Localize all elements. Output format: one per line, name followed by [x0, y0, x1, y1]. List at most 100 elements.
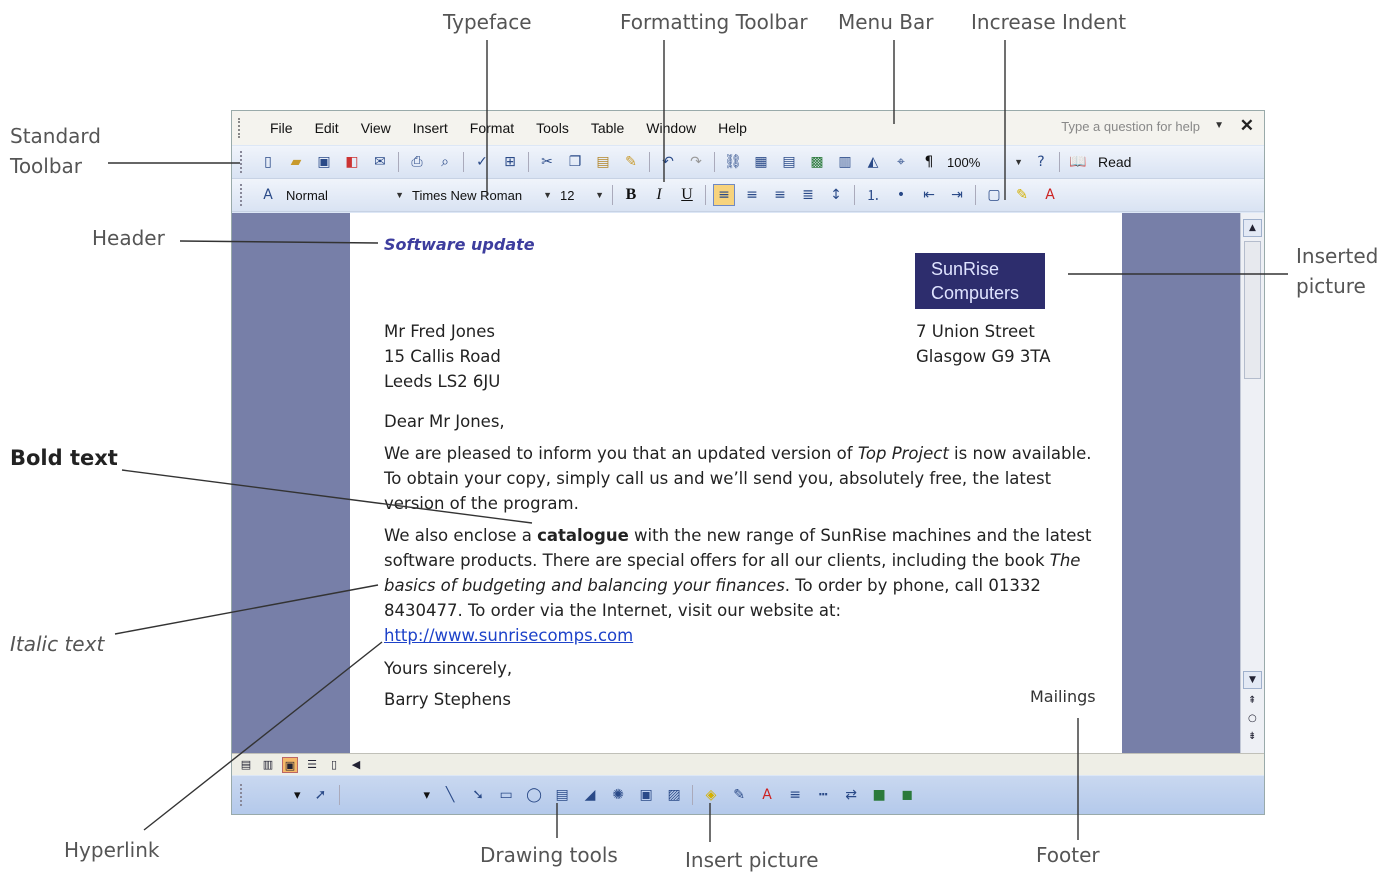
- email-icon[interactable]: ✉: [369, 151, 391, 173]
- styles-formatting-icon[interactable]: A: [257, 184, 279, 206]
- arrow-style-icon[interactable]: ⇄: [840, 784, 862, 806]
- menu-file[interactable]: File: [270, 120, 293, 136]
- font-size-value: 12: [560, 187, 575, 203]
- autoshapes-arrow[interactable]: ▾: [424, 787, 431, 803]
- menu-grip[interactable]: [238, 118, 248, 138]
- web-layout-icon[interactable]: ▥: [260, 757, 276, 773]
- align-center-icon[interactable]: ≡: [741, 184, 763, 206]
- copy-icon[interactable]: ❐: [564, 151, 586, 173]
- page-header[interactable]: Software update: [384, 235, 535, 254]
- close-icon[interactable]: ✕: [1240, 116, 1254, 136]
- select-browse-object-icon[interactable]: ○: [1248, 713, 1257, 724]
- scroll-up-icon[interactable]: ▲: [1243, 219, 1262, 237]
- line-icon[interactable]: ╲: [439, 784, 461, 806]
- align-right-icon[interactable]: ≡: [769, 184, 791, 206]
- help-search-input[interactable]: Type a question for help: [1061, 119, 1200, 134]
- wordart-icon[interactable]: ◢: [579, 784, 601, 806]
- chevron-down-icon[interactable]: ▼: [1214, 120, 1224, 131]
- redo-icon[interactable]: ↷: [685, 151, 707, 173]
- select-objects-icon[interactable]: ➚: [310, 784, 332, 806]
- underline-button[interactable]: U: [676, 184, 698, 206]
- normal-view-icon[interactable]: ▤: [238, 757, 254, 773]
- line-spacing-icon[interactable]: ↕: [825, 184, 847, 206]
- zoom-dropdown[interactable]: 100% ▼: [947, 152, 1023, 172]
- research-icon[interactable]: ⊞: [499, 151, 521, 173]
- read-button[interactable]: Read: [1098, 154, 1131, 170]
- menu-tools[interactable]: Tools: [536, 120, 569, 136]
- vertical-scrollbar[interactable]: ▲ ▼ ⇞ ○ ⇟: [1240, 213, 1264, 753]
- style-dropdown[interactable]: Normal ▼: [286, 185, 404, 205]
- insert-table-icon[interactable]: ▤: [778, 151, 800, 173]
- save-icon[interactable]: ▣: [313, 151, 335, 173]
- page-footer[interactable]: Mailings: [1030, 687, 1096, 706]
- numbering-icon[interactable]: ⒈: [862, 184, 884, 206]
- scroll-down-icon[interactable]: ▼: [1243, 671, 1262, 689]
- previous-page-icon[interactable]: ⇞: [1248, 695, 1256, 706]
- oval-icon[interactable]: ◯: [523, 784, 545, 806]
- drawing-icon[interactable]: ◭: [862, 151, 884, 173]
- open-folder-icon[interactable]: ▰: [285, 151, 307, 173]
- increase-indent-icon[interactable]: ⇥: [946, 184, 968, 206]
- clip-art-icon[interactable]: ▣: [635, 784, 657, 806]
- print-preview-icon[interactable]: ⌕: [434, 151, 456, 173]
- font-dropdown[interactable]: Times New Roman ▼: [412, 185, 552, 205]
- toolbar-grip[interactable]: [240, 784, 248, 806]
- insert-picture-icon[interactable]: ▨: [663, 784, 685, 806]
- scroll-left-icon[interactable]: ◀: [348, 757, 364, 773]
- hyperlink-icon[interactable]: ⛓: [722, 151, 744, 173]
- permission-icon[interactable]: ◧: [341, 151, 363, 173]
- fill-color-icon[interactable]: ◈: [700, 784, 722, 806]
- draw-font-color-icon[interactable]: A: [756, 784, 778, 806]
- toolbar-grip[interactable]: [240, 184, 248, 206]
- toolbar-grip[interactable]: [240, 151, 248, 173]
- tables-borders-icon[interactable]: ▦: [750, 151, 772, 173]
- arrow-icon[interactable]: ➘: [467, 784, 489, 806]
- paste-icon[interactable]: ▤: [592, 151, 614, 173]
- next-page-icon[interactable]: ⇟: [1248, 731, 1256, 742]
- columns-icon[interactable]: ▥: [834, 151, 856, 173]
- print-layout-icon[interactable]: ▣: [282, 756, 298, 773]
- menu-window[interactable]: Window: [646, 120, 696, 136]
- bold-button[interactable]: B: [620, 184, 642, 206]
- bullets-icon[interactable]: •: [890, 184, 912, 206]
- borders-icon[interactable]: ▢: [983, 184, 1005, 206]
- rectangle-icon[interactable]: ▭: [495, 784, 517, 806]
- website-hyperlink[interactable]: http://www.sunrisecomps.com: [384, 626, 633, 645]
- help-icon[interactable]: ?: [1030, 151, 1052, 173]
- menu-edit[interactable]: Edit: [315, 120, 339, 136]
- menu-table[interactable]: Table: [591, 120, 624, 136]
- new-document-icon[interactable]: ▯: [257, 151, 279, 173]
- justify-icon[interactable]: ≣: [797, 184, 819, 206]
- document-map-icon[interactable]: ⌖: [890, 151, 912, 173]
- format-painter-icon[interactable]: ✎: [620, 151, 642, 173]
- insert-excel-icon[interactable]: ▩: [806, 151, 828, 173]
- outline-view-icon[interactable]: ☰: [304, 757, 320, 773]
- align-left-icon[interactable]: ≡: [713, 184, 735, 206]
- menu-format[interactable]: Format: [470, 120, 514, 136]
- scroll-thumb[interactable]: [1244, 241, 1261, 379]
- undo-icon[interactable]: ↶: [657, 151, 679, 173]
- 3d-style-icon[interactable]: ◼: [896, 784, 918, 806]
- menu-insert[interactable]: Insert: [413, 120, 448, 136]
- spelling-icon[interactable]: ✓: [471, 151, 493, 173]
- show-hide-icon[interactable]: ¶: [918, 151, 940, 173]
- text-box-icon[interactable]: ▤: [551, 784, 573, 806]
- diagram-icon[interactable]: ✺: [607, 784, 629, 806]
- font-color-icon[interactable]: A: [1039, 184, 1061, 206]
- line-style-icon[interactable]: ≡: [784, 784, 806, 806]
- shadow-style-icon[interactable]: ■: [868, 784, 890, 806]
- menu-view[interactable]: View: [361, 120, 391, 136]
- line-color-icon[interactable]: ✎: [728, 784, 750, 806]
- sunrise-logo-picture[interactable]: SunRise Computers: [915, 253, 1045, 309]
- italic-button[interactable]: I: [648, 184, 670, 206]
- draw-menu-arrow[interactable]: ▾: [294, 787, 301, 803]
- decrease-indent-icon[interactable]: ⇤: [918, 184, 940, 206]
- print-icon[interactable]: ⎙: [406, 151, 428, 173]
- menu-help[interactable]: Help: [718, 120, 747, 136]
- document-page[interactable]: Software update SunRise Computers Mr Fre…: [350, 213, 1122, 753]
- reading-layout-icon[interactable]: ▯: [326, 757, 342, 773]
- dash-style-icon[interactable]: ┅: [812, 784, 834, 806]
- font-size-dropdown[interactable]: 12 ▼: [560, 185, 604, 205]
- highlight-icon[interactable]: ✎: [1011, 184, 1033, 206]
- cut-icon[interactable]: ✂: [536, 151, 558, 173]
